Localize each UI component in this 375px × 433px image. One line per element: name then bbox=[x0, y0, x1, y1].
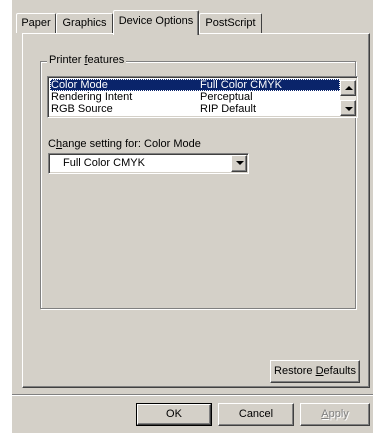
list-item[interactable]: Color Mode Full Color CMYK bbox=[50, 79, 340, 91]
tab-paper-label: Paper bbox=[21, 17, 51, 29]
scroll-down-button[interactable] bbox=[340, 100, 356, 116]
feature-name: RGB Source bbox=[51, 103, 113, 115]
printer-properties-dialog: Paper Graphics Device Options PostScript… bbox=[12, 0, 373, 433]
cancel-button[interactable]: Cancel bbox=[218, 403, 294, 426]
dropdown-selected-value: Full Color CMYK bbox=[63, 157, 145, 169]
scroll-up-button[interactable] bbox=[340, 80, 356, 96]
tab-graphics-label: Graphics bbox=[62, 17, 107, 29]
footer-separator bbox=[12, 394, 373, 396]
list-scrollbar[interactable] bbox=[340, 78, 356, 116]
arrow-down-icon bbox=[345, 107, 353, 111]
feature-value: Full Color CMYK bbox=[200, 79, 282, 91]
list-item[interactable]: RGB Source RIP Default bbox=[50, 103, 340, 115]
restore-defaults-button[interactable]: Restore Defaults bbox=[270, 360, 360, 383]
feature-name: Rendering Intent bbox=[51, 91, 133, 103]
printer-features-list[interactable]: Color Mode Full Color CMYK Rendering Int… bbox=[47, 76, 358, 118]
feature-value: RIP Default bbox=[200, 103, 257, 115]
tab-device-options-label: Device Options bbox=[118, 15, 194, 27]
ok-button[interactable]: OK bbox=[136, 403, 212, 426]
tab-postscript-label: PostScript bbox=[205, 17, 256, 29]
printer-features-label: Printer features bbox=[47, 54, 127, 66]
ok-button-face: OK bbox=[137, 404, 211, 425]
tab-postscript[interactable]: PostScript bbox=[199, 13, 262, 33]
ok-label: OK bbox=[166, 408, 182, 420]
tab-paper[interactable]: Paper bbox=[16, 13, 56, 33]
setting-value-dropdown[interactable]: Full Color CMYK bbox=[48, 153, 249, 174]
dropdown-button[interactable] bbox=[231, 155, 247, 172]
list-item[interactable]: Rendering Intent Perceptual bbox=[50, 91, 340, 103]
tab-graphics[interactable]: Graphics bbox=[56, 13, 113, 33]
feature-name: Color Mode bbox=[51, 79, 108, 91]
apply-button[interactable]: Apply bbox=[300, 403, 370, 426]
cancel-label: Cancel bbox=[238, 408, 274, 420]
feature-value: Perceptual bbox=[200, 91, 253, 103]
device-options-panel: Printer features Color Mode Full Color C… bbox=[22, 33, 370, 388]
change-setting-label: Change setting for: Color Mode bbox=[48, 138, 201, 150]
tab-device-options[interactable]: Device Options bbox=[113, 10, 199, 35]
arrow-up-icon bbox=[345, 86, 353, 90]
chevron-down-icon bbox=[236, 161, 244, 165]
